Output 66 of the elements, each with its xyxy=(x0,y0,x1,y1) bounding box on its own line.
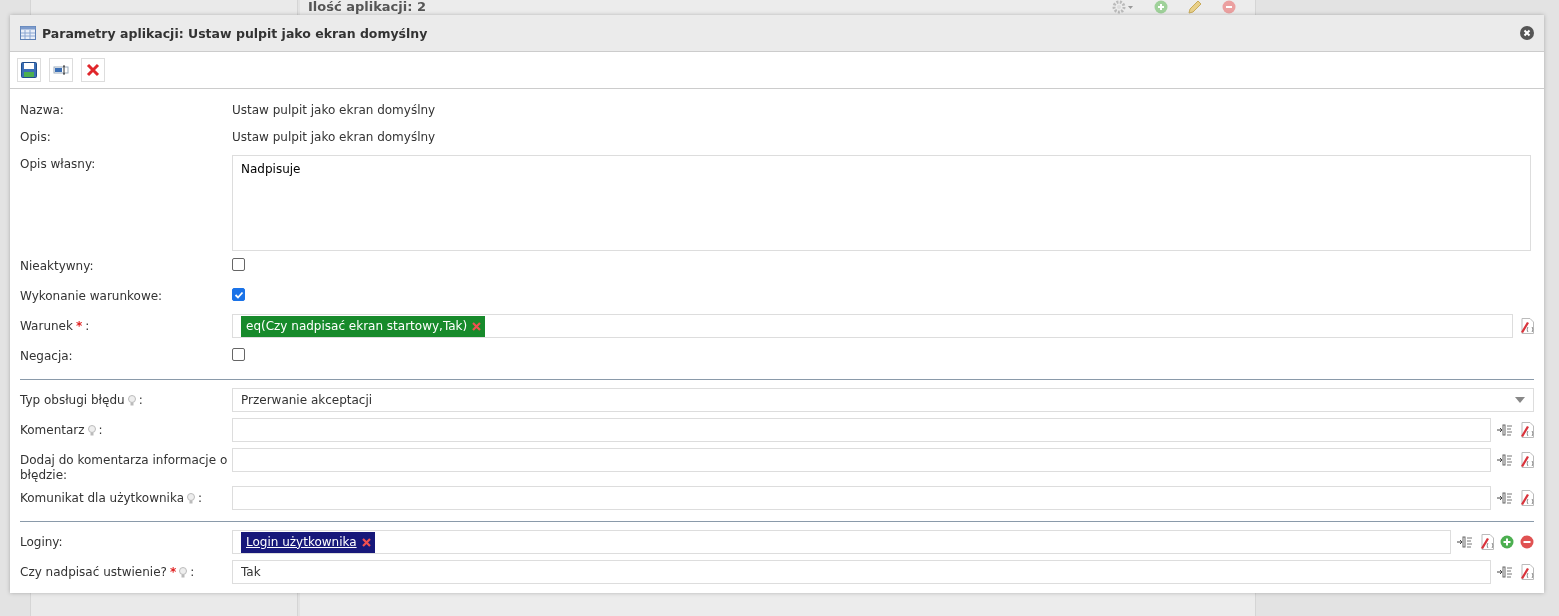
dialog-title: Parametry aplikacji: Ustaw pulpit jako ekran domyślny xyxy=(42,25,428,41)
formula-icon[interactable] xyxy=(1519,490,1534,506)
table-icon xyxy=(20,26,36,40)
tag-field[interactable]: Login użytkownika xyxy=(232,530,1451,554)
field-label: Nazwa: xyxy=(20,103,64,118)
required-mark: * xyxy=(75,319,83,334)
remove-icon[interactable] xyxy=(1221,0,1237,14)
label-colon: : xyxy=(198,491,203,506)
label-colon: : xyxy=(85,319,90,334)
formula-icon[interactable] xyxy=(1519,422,1534,438)
close-icon[interactable] xyxy=(1520,26,1534,40)
lightbulb-icon[interactable] xyxy=(179,567,188,578)
error-type-dropdown[interactable]: Przerwanie akceptacji xyxy=(232,388,1534,412)
field-label: Warunek xyxy=(20,319,73,334)
field-label: Nieaktywny: xyxy=(20,259,94,274)
tag: eq(Czy nadpisać ekran startowy,Tak) xyxy=(241,315,486,337)
cross-icon xyxy=(86,63,100,77)
checkbox[interactable] xyxy=(232,288,245,301)
formula-icon[interactable] xyxy=(1479,534,1494,550)
text-field-icon xyxy=(53,65,69,75)
cancel-button[interactable] xyxy=(81,58,105,82)
formula-icon[interactable] xyxy=(1519,452,1534,468)
add-icon[interactable] xyxy=(1153,0,1169,14)
label-colon: : xyxy=(98,423,103,438)
label-colon: : xyxy=(138,393,143,408)
insert-list-icon[interactable] xyxy=(1497,453,1513,467)
settings-icon[interactable] xyxy=(1111,0,1135,14)
label-colon: : xyxy=(190,565,195,580)
required-mark: * xyxy=(169,565,177,580)
field-button[interactable] xyxy=(49,58,73,82)
lightbulb-icon[interactable] xyxy=(127,395,136,406)
insert-list-icon[interactable] xyxy=(1497,565,1513,579)
field-label: Opis: xyxy=(20,130,51,145)
field-label: Komunikat dla użytkownika xyxy=(20,491,184,506)
add-icon[interactable] xyxy=(1500,535,1514,549)
tag-field[interactable]: eq(Czy nadpisać ekran startowy,Tak) xyxy=(232,314,1513,338)
formula-icon[interactable] xyxy=(1519,564,1534,580)
checkbox[interactable] xyxy=(232,348,245,361)
insert-list-icon[interactable] xyxy=(1497,491,1513,505)
dropdown-arrow-icon xyxy=(1515,397,1525,403)
insert-list-icon[interactable] xyxy=(1497,423,1513,437)
lightbulb-icon[interactable] xyxy=(187,493,195,504)
field-label: Loginy: xyxy=(20,535,63,550)
input-field[interactable] xyxy=(232,486,1491,510)
field-value: Ustaw pulpit jako ekran domyślny xyxy=(232,102,436,118)
tag: Login użytkownika xyxy=(241,531,375,553)
lightbulb-icon[interactable] xyxy=(87,425,96,436)
app-count-heading: Ilość aplikacji: 2 xyxy=(308,0,426,14)
field-label: Typ obsługi błędu xyxy=(20,393,125,408)
save-button[interactable] xyxy=(17,58,41,82)
field-label: Dodaj do komentarza informacje o błędzie: xyxy=(20,453,229,483)
field-label: Komentarz xyxy=(20,423,85,438)
field-value: Ustaw pulpit jako ekran domyślny xyxy=(232,129,436,145)
field-label: Wykonanie warunkowe: xyxy=(20,289,163,304)
checkbox[interactable] xyxy=(232,258,245,271)
remove-tag-icon[interactable] xyxy=(361,537,371,547)
formula-icon[interactable] xyxy=(1519,318,1534,334)
input-field[interactable] xyxy=(232,418,1491,442)
insert-list-icon[interactable] xyxy=(1457,535,1473,549)
description-textarea[interactable]: Nadpisuje xyxy=(232,155,1531,251)
field-label: Negacja: xyxy=(20,349,73,364)
field-label: Opis własny: xyxy=(20,157,96,172)
input-field[interactable]: Tak xyxy=(232,560,1491,584)
field-label: Czy nadpisać ustwienie? xyxy=(20,565,167,580)
input-field[interactable] xyxy=(232,448,1491,472)
remove-icon[interactable] xyxy=(1520,535,1534,549)
